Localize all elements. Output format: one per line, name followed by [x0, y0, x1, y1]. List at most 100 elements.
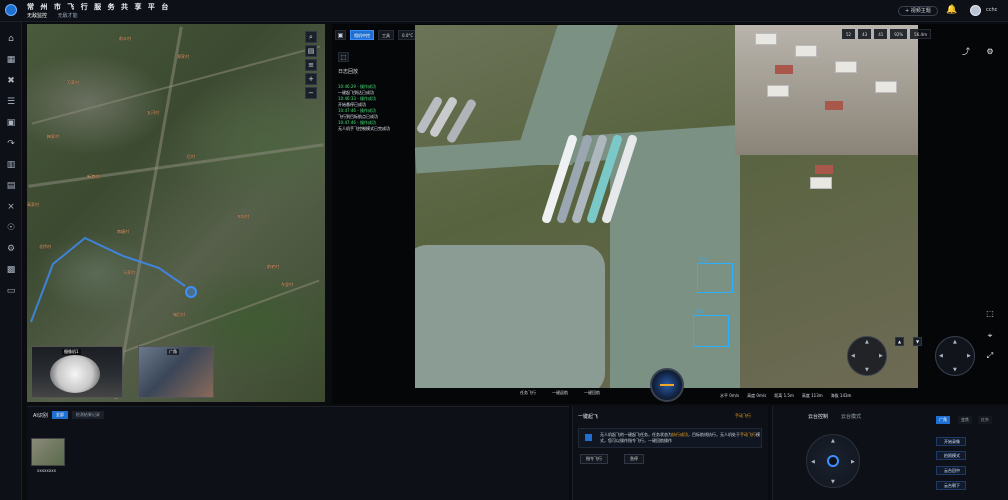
camera-control-tab[interactable]: 相机中控 — [350, 30, 374, 40]
arrow-left-icon[interactable]: ◀ — [939, 353, 943, 359]
arrow-right-icon[interactable]: ▶ — [851, 459, 855, 465]
ai-recognition-panel — [27, 406, 569, 500]
arrow-right-icon[interactable]: ▶ — [879, 353, 883, 359]
return-home-button[interactable]: 一键返航 — [552, 390, 568, 396]
direction-pad-right[interactable]: ▲ ◀ ▶ ▼ — [935, 336, 975, 376]
link-count: 41 — [874, 29, 888, 39]
calendar-icon[interactable]: ▤ — [6, 181, 16, 191]
camera-icon[interactable]: ▣ — [335, 30, 346, 40]
detection-box[interactable] — [693, 315, 729, 347]
arrow-left-icon[interactable]: ◀ — [811, 459, 815, 465]
network-icon[interactable]: ✖ — [6, 76, 16, 86]
height-readout: 高度 113m — [801, 393, 823, 398]
grid-icon[interactable]: ▦ — [6, 55, 16, 65]
user-name[interactable]: cchc — [986, 7, 997, 13]
platform-logo-icon — [5, 4, 17, 16]
direction-pad-left[interactable]: ▲ ◀ ▶ ▼ — [847, 336, 887, 376]
folder-icon[interactable]: ▭ — [6, 286, 16, 296]
subnav-item-ability[interactable]: 无敌才能 — [58, 13, 78, 19]
tab-gimbal-control[interactable]: 云台控制 — [808, 413, 828, 420]
antenna-icon[interactable]: ☉ — [6, 223, 16, 233]
horizontal-speed: 水平 0m/s — [720, 393, 740, 398]
arrow-right-icon[interactable]: ▶ — [967, 353, 971, 359]
map-tools: ⌕ ▤ ≡ + − — [305, 31, 318, 101]
route-icon[interactable]: ↷ — [6, 139, 16, 149]
house — [835, 61, 857, 73]
roof — [815, 165, 833, 174]
battery-level: 92% — [890, 29, 908, 39]
pond — [415, 245, 605, 388]
tab-gimbal-mode[interactable]: 云台模式 — [841, 413, 861, 420]
command-flight-button[interactable]: 指令飞行 — [580, 454, 608, 464]
arrow-up-icon[interactable]: ▲ — [865, 339, 869, 345]
vertical-speed: 高度 0m/s — [747, 393, 767, 398]
notification-bell-icon[interactable]: 🔔 — [946, 5, 957, 15]
start-recording-button[interactable]: 开始录像 — [936, 437, 966, 446]
zoom-out-icon[interactable]: − — [305, 87, 317, 99]
mode-zoom[interactable]: 变焦 — [958, 416, 972, 424]
mode-wide[interactable]: 广角 — [936, 416, 950, 424]
search-icon[interactable]: ⌕ — [305, 31, 317, 43]
zoom-in-icon[interactable]: + — [305, 73, 317, 85]
share-icon[interactable]: ⤴ — [960, 46, 972, 58]
capture-icon[interactable]: ⬚ — [338, 52, 349, 62]
tab-all[interactable]: 全部 — [51, 411, 68, 419]
signal-count: 43 — [858, 29, 872, 39]
task-flight-button[interactable]: 任务飞行 — [520, 390, 536, 396]
chart-icon[interactable]: ▩ — [6, 265, 16, 275]
subnav-item-monitor[interactable]: 无敌监控 — [27, 13, 47, 19]
arrow-down-icon[interactable]: ▼ — [953, 367, 957, 373]
arrow-up-icon[interactable]: ▲ — [831, 438, 835, 444]
emergency-stop-button[interactable]: 急停 — [624, 454, 644, 464]
camera-thumb-fisheye[interactable]: 摄像机1 — [31, 346, 123, 398]
satellite-count: 52 — [842, 29, 856, 39]
ai-panel-title: AI识别 — [33, 412, 48, 419]
detection-label: 目标 — [699, 257, 707, 262]
home-icon[interactable]: ⌂ — [6, 34, 16, 44]
flight-command-bar: 任务飞行 一键返航 一键回航 — [520, 390, 600, 396]
arrow-left-icon[interactable]: ◀ — [851, 353, 855, 359]
descend-button[interactable]: ▼ — [913, 337, 923, 346]
drone-position-marker[interactable] — [185, 286, 197, 298]
task-panel — [572, 406, 768, 500]
gimbal-down-button[interactable]: 云台朝下 — [936, 481, 966, 490]
target-icon[interactable]: ⌖ — [984, 330, 996, 342]
aerial-video-feed[interactable]: 目标 目标 — [415, 25, 918, 388]
layers-icon[interactable]: ▤ — [305, 45, 317, 57]
list-icon[interactable]: ☰ — [6, 97, 16, 107]
photo-mode-button[interactable]: 拍照模式 — [936, 451, 966, 460]
house — [875, 81, 897, 93]
gimbal-joystick[interactable]: ▲ ◀ ▶ ▼ — [806, 434, 860, 488]
arrow-down-icon[interactable]: ▼ — [865, 367, 869, 373]
tab-detection-records[interactable]: 检测结果记录 — [71, 411, 104, 419]
detection-thumbnail[interactable] — [31, 438, 65, 466]
fullscreen-icon[interactable]: ⤢ — [984, 350, 996, 362]
gear-icon[interactable]: ⚙ — [6, 244, 16, 254]
arrow-down-icon[interactable]: ▼ — [831, 479, 835, 485]
task-title: 一键起飞 — [578, 414, 599, 420]
gimbal-center-reset-button[interactable]: 云台回中 — [936, 466, 966, 475]
arrow-up-icon[interactable]: ▲ — [953, 339, 957, 345]
gimbal-center-button[interactable] — [827, 455, 839, 467]
return-route-button[interactable]: 一键回航 — [584, 390, 600, 396]
building-icon[interactable]: ▥ — [6, 160, 16, 170]
telemetry-bar: 水平 0m/s 高度 0m/s 距离 1.5m 高度 113m 海拔 143m — [720, 393, 851, 399]
task-text-part: 无人机起飞的一键起飞任务，任务状态为 — [600, 432, 672, 437]
ascend-button[interactable]: ▲ — [895, 337, 905, 346]
gear-icon[interactable]: ⚙ — [984, 46, 996, 58]
detection-box[interactable] — [697, 263, 733, 293]
camera-thumb-wide[interactable]: 广角 — [138, 346, 214, 398]
apps-icon[interactable]: ▣ — [6, 118, 16, 128]
user-avatar[interactable] — [970, 5, 981, 16]
operation-log: 日志回放 10:46:29 - 操作成功 一键起飞到达已成功 10:46:33 … — [338, 68, 412, 132]
manual-flight-link[interactable]: 手动飞行 — [735, 413, 751, 419]
camera-thumbnails: 摄像机1 广角 — [31, 346, 215, 398]
mode-infrared[interactable]: 红外 — [978, 416, 992, 424]
focus-icon[interactable]: ⬚ — [984, 308, 996, 320]
tool-button[interactable]: 工具 — [378, 30, 394, 40]
stack-icon[interactable]: ≡ — [305, 59, 317, 71]
add-video-theme-button[interactable]: + 视频主题 — [898, 6, 938, 16]
tower-icon[interactable]: ⨯ — [6, 202, 16, 212]
task-status-highlight: 执行成功 — [672, 432, 688, 437]
ai-panel-header: AI识别 全部 检测结果记录 — [33, 411, 104, 419]
